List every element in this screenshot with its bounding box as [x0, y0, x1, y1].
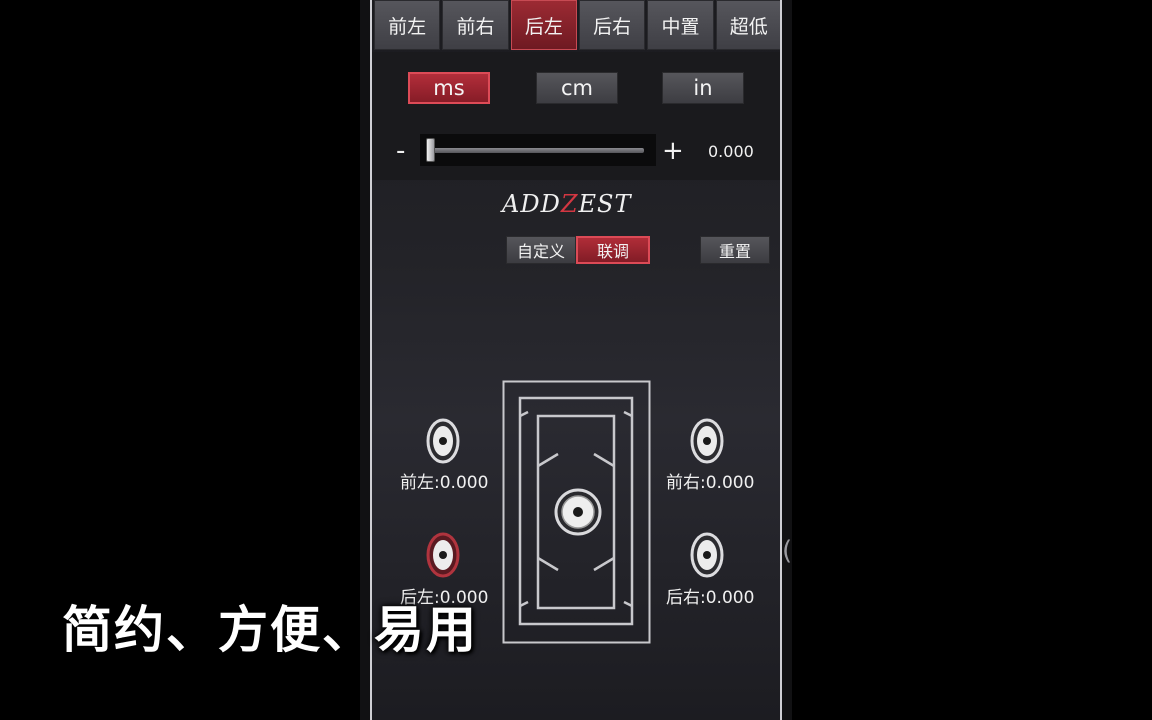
video-caption: 简约、方便、易用 — [62, 601, 478, 659]
reset-button[interactable]: 重置 — [700, 236, 770, 264]
tab-rear-left[interactable]: 后左 — [510, 0, 577, 50]
tab-front-right[interactable]: 前右 — [442, 0, 509, 50]
tab-subwoofer[interactable]: 超低 — [715, 0, 780, 50]
channel-tabbar: 前左 前右 后左 后右 中置 超低 — [374, 0, 780, 52]
front-right-speaker-icon[interactable] — [690, 418, 724, 464]
subwoofer-icon[interactable] — [554, 488, 602, 536]
tab-center[interactable]: 中置 — [647, 0, 714, 50]
slider-rail — [430, 148, 644, 153]
linked-mode-button[interactable]: 联调 — [576, 236, 650, 264]
slider-thumb-icon[interactable] — [426, 138, 435, 162]
rear-left-speaker-icon[interactable] — [426, 532, 460, 578]
unit-cm-button[interactable]: cm — [536, 72, 618, 104]
front-left-speaker-icon[interactable] — [426, 418, 460, 464]
brand-logo: ADDZEST — [502, 190, 631, 218]
slider-decrement-button[interactable]: - — [396, 136, 405, 166]
rear-right-delay-label: 后右:0.000 — [666, 588, 755, 608]
custom-mode-button[interactable]: 自定义 — [506, 236, 576, 264]
delay-value-readout: 0.000 — [708, 142, 754, 161]
delay-slider[interactable] — [420, 134, 656, 166]
brand-logo-text: ADDZEST — [502, 190, 632, 218]
front-left-delay-label: 前左:0.000 — [400, 473, 489, 493]
front-right-delay-label: 前右:0.000 — [666, 473, 755, 493]
rear-right-speaker-icon[interactable] — [690, 532, 724, 578]
tab-rear-right[interactable]: 后右 — [578, 0, 646, 50]
tab-front-left[interactable]: 前左 — [374, 0, 441, 50]
slider-increment-button[interactable]: + — [662, 136, 684, 166]
unit-in-button[interactable]: in — [662, 72, 744, 104]
edge-handle-icon[interactable]: ( — [782, 536, 792, 566]
unit-ms-button[interactable]: ms — [408, 72, 490, 104]
